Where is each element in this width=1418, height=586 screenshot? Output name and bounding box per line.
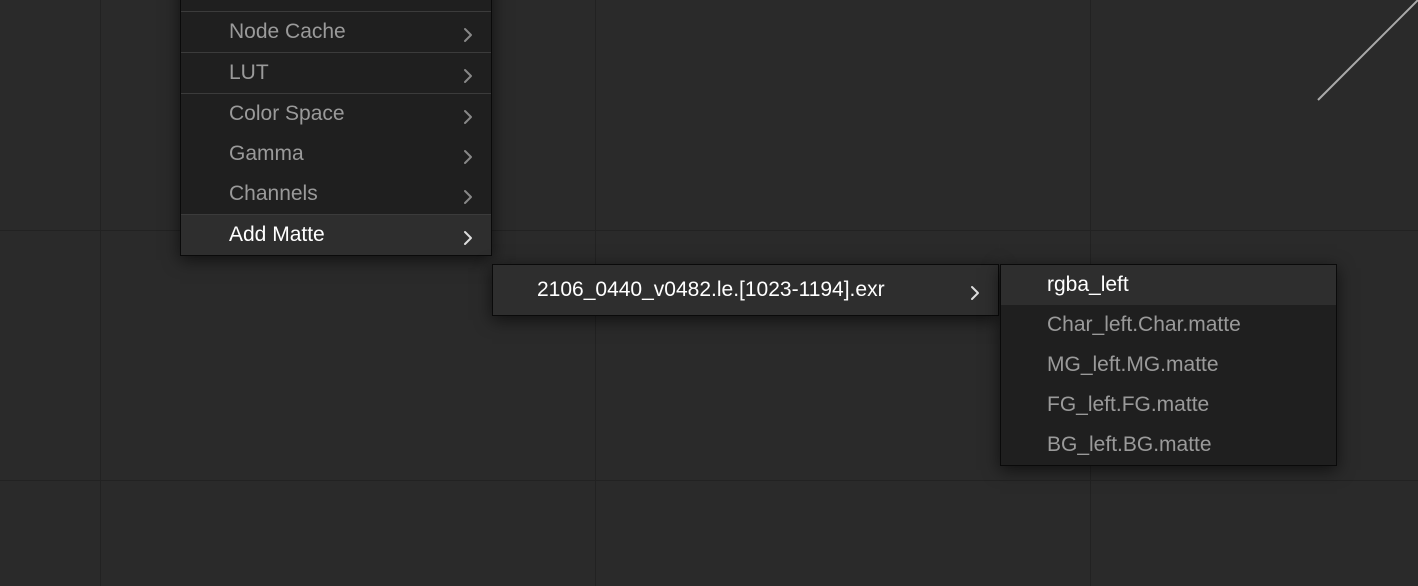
menu-item-gamma[interactable]: Gamma	[181, 134, 491, 174]
menu-item-label: Add Matte	[229, 223, 325, 247]
context-menu: HDR Mode Node Cache LUT Color Space Gamm…	[180, 0, 492, 256]
chevron-right-icon	[463, 149, 473, 159]
menu-item-label: Color Space	[229, 102, 345, 126]
chevron-right-icon	[463, 68, 473, 78]
menu-item-lut[interactable]: LUT	[181, 53, 491, 93]
chevron-right-icon	[463, 109, 473, 119]
menu-item-fg-left[interactable]: FG_left.FG.matte	[1001, 385, 1336, 425]
menu-item-node-cache[interactable]: Node Cache	[181, 12, 491, 52]
menu-item-rgba-left[interactable]: rgba_left	[1001, 265, 1336, 305]
menu-item-label: Char_left.Char.matte	[1047, 313, 1241, 337]
menu-item-add-matte[interactable]: Add Matte	[181, 215, 491, 255]
menu-item-label: HDR Mode	[229, 0, 333, 3]
menu-item-label: LUT	[229, 61, 269, 85]
menu-item-label: 2106_0440_v0482.le.[1023-1194].exr	[537, 278, 885, 302]
node-connection-line	[1308, 0, 1418, 110]
chevron-right-icon	[970, 285, 980, 295]
menu-item-matte-file[interactable]: 2106_0440_v0482.le.[1023-1194].exr	[493, 265, 998, 315]
menu-item-color-space[interactable]: Color Space	[181, 94, 491, 134]
chevron-right-icon	[463, 27, 473, 37]
menu-item-label: Gamma	[229, 142, 304, 166]
chevron-right-icon	[463, 230, 473, 240]
menu-item-mg-left[interactable]: MG_left.MG.matte	[1001, 345, 1336, 385]
submenu-add-matte-files: 2106_0440_v0482.le.[1023-1194].exr	[492, 264, 999, 316]
menu-item-label: Node Cache	[229, 20, 346, 44]
submenu-matte-channels: rgba_left Char_left.Char.matte MG_left.M…	[1000, 264, 1337, 466]
menu-item-char-left[interactable]: Char_left.Char.matte	[1001, 305, 1336, 345]
menu-item-channels[interactable]: Channels	[181, 174, 491, 214]
menu-item-label: MG_left.MG.matte	[1047, 353, 1219, 377]
menu-item-label: Channels	[229, 182, 318, 206]
menu-item-label: BG_left.BG.matte	[1047, 433, 1212, 457]
menu-item-bg-left[interactable]: BG_left.BG.matte	[1001, 425, 1336, 465]
menu-item-label: rgba_left	[1047, 273, 1129, 297]
menu-item-label: FG_left.FG.matte	[1047, 393, 1209, 417]
chevron-right-icon	[463, 189, 473, 199]
menu-item-hdr-mode[interactable]: HDR Mode	[181, 0, 491, 11]
